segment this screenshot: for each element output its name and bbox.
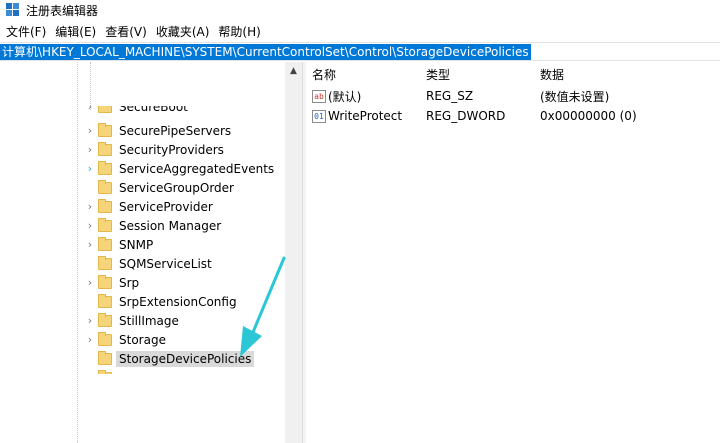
chevron-right-icon[interactable]: › bbox=[84, 143, 96, 156]
list-item[interactable]: ab (默认) REG_SZ (数值未设置) bbox=[306, 86, 720, 106]
list-item[interactable]: 01 WriteProtect REG_DWORD 0x00000000 (0) bbox=[306, 106, 720, 126]
value-name: (默认) bbox=[328, 89, 362, 104]
tree-item-label: StillImage bbox=[119, 313, 179, 328]
column-type-header[interactable]: 类型 bbox=[420, 66, 534, 83]
tree-item-label: ServiceProvider bbox=[119, 199, 213, 214]
tree-item-label: Storage bbox=[119, 332, 166, 347]
tree-item-srpextensionconfig[interactable]: SrpExtensionConfig bbox=[84, 292, 284, 311]
value-list[interactable]: 名称 类型 数据 ab (默认) REG_SZ (数值未设置) 01 Write… bbox=[306, 62, 720, 443]
folder-icon bbox=[98, 141, 112, 156]
folder-icon bbox=[98, 106, 112, 113]
menu-edit[interactable]: 编辑(E) bbox=[53, 23, 103, 40]
folder-icon bbox=[98, 293, 112, 308]
registry-editor-icon bbox=[6, 3, 20, 17]
value-type: REG_DWORD bbox=[426, 109, 506, 123]
chevron-right-icon[interactable]: › bbox=[84, 200, 96, 213]
tree-item-label: StorageDevicePolicies bbox=[116, 350, 255, 367]
chevron-right-icon[interactable]: › bbox=[84, 314, 96, 327]
value-type: REG_SZ bbox=[426, 89, 474, 103]
address-bar[interactable]: 计算机\HKEY_LOCAL_MACHINE\SYSTEM\CurrentCon… bbox=[0, 42, 720, 61]
tree-item-storage[interactable]: › Storage bbox=[84, 330, 284, 349]
menu-bar: 文件(F) 编辑(E) 查看(V) 收藏夹(A) 帮助(H) bbox=[0, 21, 720, 41]
chevron-right-icon[interactable]: › bbox=[84, 162, 96, 175]
tree-item-serviceaggregatedevents[interactable]: › ServiceAggregatedEvents bbox=[84, 159, 284, 178]
address-path[interactable]: 计算机\HKEY_LOCAL_MACHINE\SYSTEM\CurrentCon… bbox=[0, 43, 531, 60]
tree-scrollbar[interactable]: ▲ bbox=[285, 62, 302, 443]
tree-item-securityproviders[interactable]: › SecurityProviders bbox=[84, 140, 284, 159]
tree-item-stillimage[interactable]: › StillImage bbox=[84, 311, 284, 330]
title-bar: 注册表编辑器 bbox=[0, 0, 720, 20]
tree-item-label: SecurityProviders bbox=[119, 142, 224, 157]
folder-icon bbox=[98, 217, 112, 232]
tree-item-srp[interactable]: › Srp bbox=[84, 273, 284, 292]
tree-item-serviceprovider[interactable]: › ServiceProvider bbox=[84, 197, 284, 216]
tree-item-label: SecureBoot bbox=[119, 106, 188, 114]
folder-icon bbox=[98, 122, 112, 137]
folder-icon bbox=[98, 312, 112, 327]
tree-item-snmp[interactable]: › SNMP bbox=[84, 235, 284, 254]
folder-icon bbox=[98, 236, 112, 251]
chevron-right-icon[interactable]: › bbox=[84, 276, 96, 289]
tree-guide-line bbox=[77, 62, 78, 443]
folder-icon bbox=[98, 179, 112, 194]
menu-favorites[interactable]: 收藏夹(A) bbox=[154, 23, 217, 40]
tree-item-storagedevicepolicies[interactable]: StorageDevicePolicies bbox=[84, 349, 284, 368]
binary-value-icon: 01 bbox=[312, 109, 326, 123]
value-name: WriteProtect bbox=[328, 109, 403, 123]
value-data: 0x00000000 (0) bbox=[540, 109, 637, 123]
scroll-up-icon[interactable]: ▲ bbox=[285, 62, 302, 79]
folder-icon bbox=[98, 274, 112, 289]
tree-item-partial-bottom[interactable] bbox=[84, 368, 116, 374]
folder-icon bbox=[98, 198, 112, 213]
tree-item-label: ServiceGroupOrder bbox=[119, 180, 234, 195]
folder-icon bbox=[98, 160, 112, 175]
chevron-right-icon[interactable]: › bbox=[84, 124, 96, 137]
value-data: (数值未设置) bbox=[540, 89, 610, 104]
tree-item-label: Session Manager bbox=[119, 218, 222, 233]
menu-help[interactable]: 帮助(H) bbox=[216, 23, 267, 40]
tree-item-partial[interactable]: › SecureBoot bbox=[84, 106, 191, 116]
key-tree[interactable]: › SecureBoot › SecurePipeServers › Secur… bbox=[0, 62, 285, 443]
tree-item-label: SNMP bbox=[119, 237, 154, 252]
chevron-right-icon[interactable]: › bbox=[84, 333, 96, 346]
window-title: 注册表编辑器 bbox=[26, 3, 99, 18]
tree-item-securepipeservers[interactable]: › SecurePipeServers bbox=[84, 121, 284, 140]
menu-view[interactable]: 查看(V) bbox=[103, 23, 154, 40]
tree-item-label: ServiceAggregatedEvents bbox=[119, 161, 275, 176]
chevron-right-icon[interactable]: › bbox=[84, 238, 96, 251]
column-name-header[interactable]: 名称 bbox=[306, 66, 420, 83]
menu-file[interactable]: 文件(F) bbox=[4, 23, 53, 40]
tree-item-sqmservicelist[interactable]: SQMServiceList bbox=[84, 254, 284, 273]
folder-icon bbox=[98, 331, 112, 346]
tree-item-label: SecurePipeServers bbox=[119, 123, 232, 138]
tree-item-label: SrpExtensionConfig bbox=[119, 294, 237, 309]
column-data-header[interactable]: 数据 bbox=[534, 66, 704, 83]
string-value-icon: ab bbox=[312, 89, 326, 103]
tree-guide-line bbox=[90, 62, 91, 110]
chevron-right-icon[interactable]: › bbox=[84, 106, 96, 113]
tree-item-session-manager[interactable]: › Session Manager bbox=[84, 216, 284, 235]
tree-item-label: Srp bbox=[119, 275, 140, 290]
scroll-thumb[interactable] bbox=[287, 80, 300, 440]
chevron-right-icon[interactable]: › bbox=[84, 219, 96, 232]
folder-icon bbox=[98, 350, 112, 365]
tree-item-servicegrouporder[interactable]: ServiceGroupOrder bbox=[84, 178, 284, 197]
folder-icon bbox=[98, 255, 112, 270]
list-header: 名称 类型 数据 bbox=[306, 62, 720, 86]
tree-item-label: SQMServiceList bbox=[119, 256, 212, 271]
folder-icon bbox=[98, 369, 112, 374]
